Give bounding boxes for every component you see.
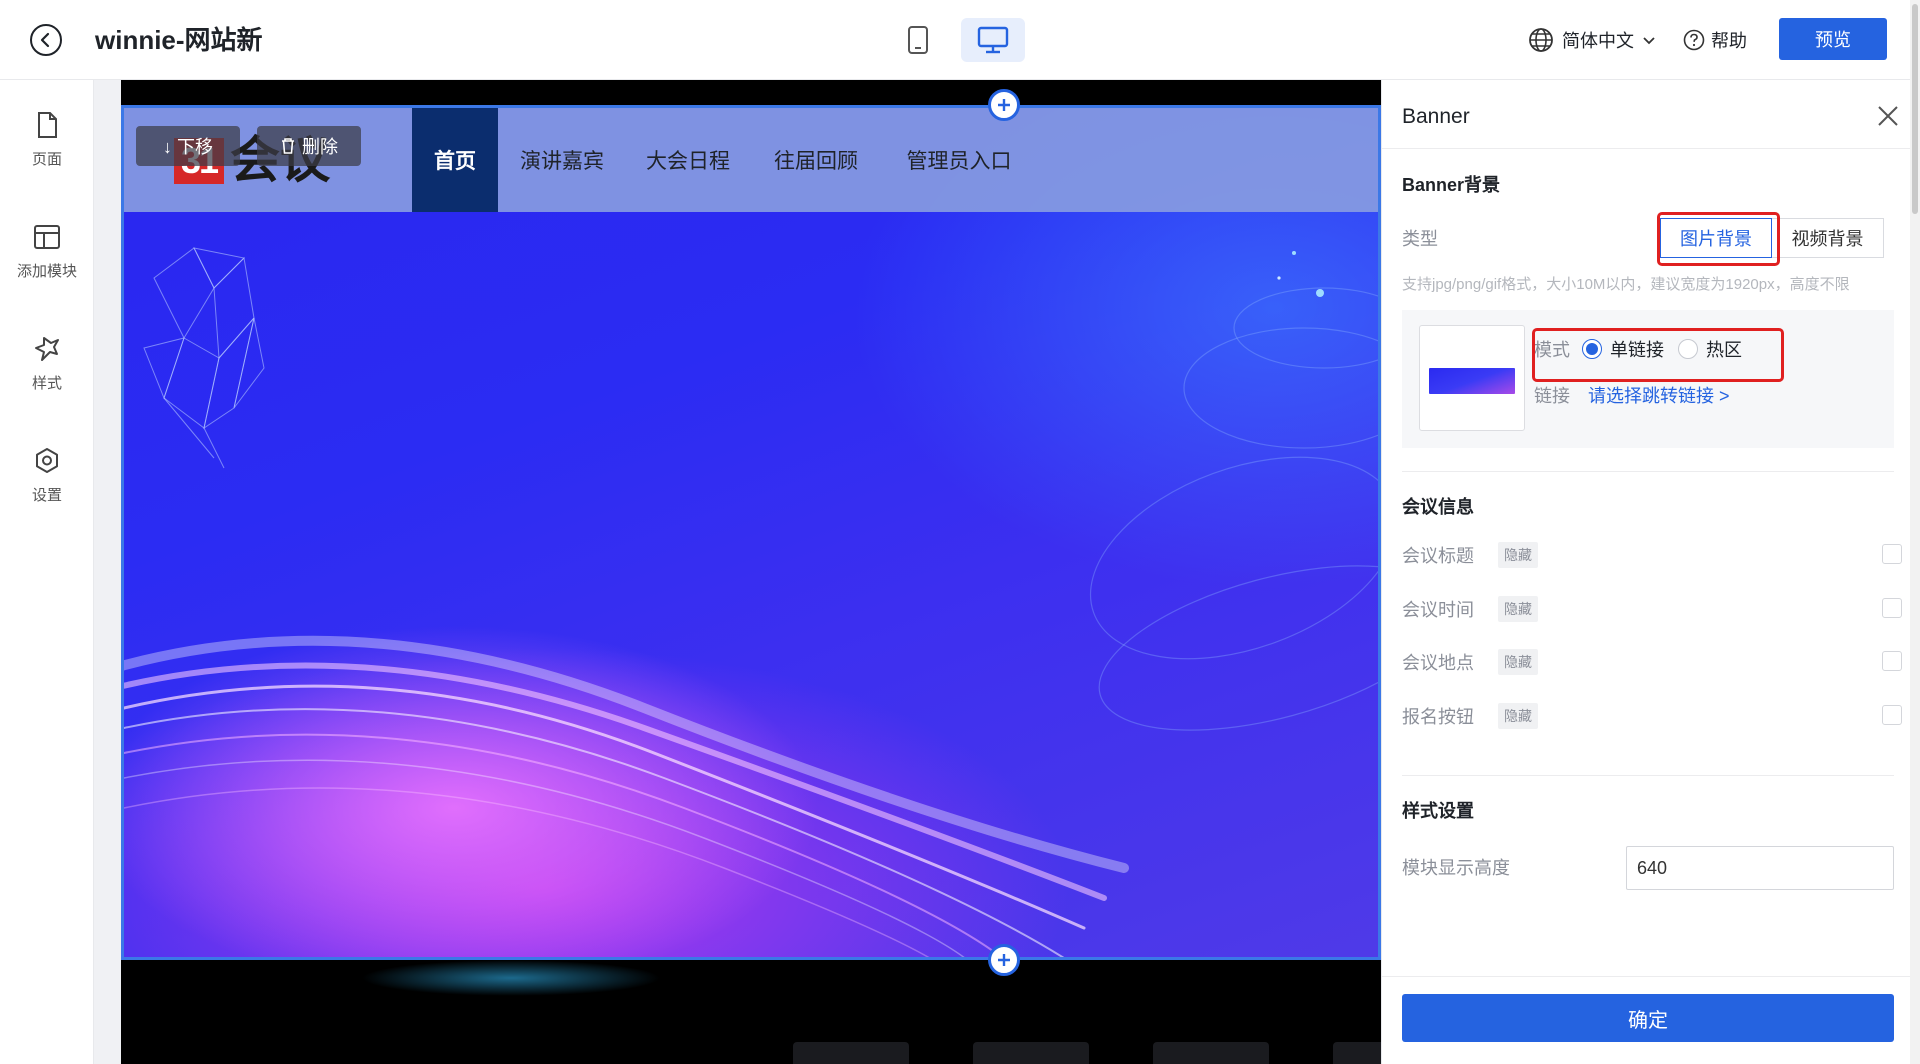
preview-button[interactable]: 预览 <box>1779 18 1887 60</box>
nav-item-speakers[interactable]: 演讲嘉宾 <box>504 108 620 212</box>
help-link[interactable]: 帮助 <box>1683 24 1747 56</box>
help-label: 帮助 <box>1711 31 1747 51</box>
nav-item-review[interactable]: 往届回顾 <box>758 108 874 212</box>
show-time-checkbox[interactable] <box>1882 598 1902 618</box>
hidden-tag: 隐藏 <box>1498 703 1538 729</box>
close-button[interactable] <box>1872 100 1904 132</box>
module-card <box>1333 1042 1381 1064</box>
module-card <box>973 1042 1089 1064</box>
section-title-meeting-info: 会议信息 <box>1402 497 1474 517</box>
type-label: 类型 <box>1402 229 1438 249</box>
info-row-title: 会议标题 隐藏 <box>1402 540 1902 570</box>
help-icon <box>1683 29 1705 51</box>
mobile-view-button[interactable] <box>886 18 950 62</box>
hidden-tag: 隐藏 <box>1498 649 1538 675</box>
hidden-tag: 隐藏 <box>1498 596 1538 622</box>
hidden-tag: 隐藏 <box>1498 542 1538 568</box>
link-label: 链接 <box>1534 386 1570 406</box>
language-label: 简体中文 <box>1562 31 1634 51</box>
info-label: 会议标题 <box>1402 546 1474 566</box>
move-down-button[interactable]: ↓ 下移 <box>136 126 240 166</box>
chevron-down-icon <box>1643 37 1655 45</box>
settings-icon <box>36 448 58 473</box>
module-card <box>793 1042 909 1064</box>
sidebar-item-add-module[interactable]: 添加模块 <box>0 222 94 312</box>
next-module-preview[interactable] <box>121 960 1381 1064</box>
upload-hint: 支持jpg/png/gif格式，大小10M以内，建议宽度为1920px，高度不限 <box>1402 276 1850 293</box>
section-title-background: Banner背景 <box>1402 175 1501 195</box>
module-height-input[interactable]: 640 <box>1626 846 1894 890</box>
show-location-checkbox[interactable] <box>1882 651 1902 671</box>
sidebar-item-page[interactable]: 页面 <box>0 110 94 200</box>
style-icon <box>35 337 59 361</box>
info-row-location: 会议地点 隐藏 <box>1402 647 1902 677</box>
highlight-box <box>1657 212 1780 266</box>
divider <box>1402 775 1894 776</box>
nav-item-home[interactable]: 首页 <box>412 108 498 212</box>
info-row-time: 会议时间 隐藏 <box>1402 594 1902 624</box>
globe-icon <box>1529 28 1553 52</box>
sidebar-item-label: 样式 <box>31 375 62 392</box>
banner-settings-panel: Banner Banner背景 类型 图片背景 视频背景 支持jpg/png/g… <box>1381 80 1920 1064</box>
thumbnail-image <box>1429 368 1515 394</box>
divider <box>1382 148 1920 149</box>
language-select[interactable]: 简体中文 <box>1528 24 1656 56</box>
desktop-icon <box>977 26 1009 54</box>
page-scrollbar[interactable] <box>1910 0 1920 1064</box>
add-module-above-button[interactable] <box>988 89 1020 121</box>
mobile-icon <box>908 26 928 54</box>
delete-label: 删除 <box>302 137 338 157</box>
video-background-option[interactable]: 视频背景 <box>1772 218 1884 258</box>
section-title-style: 样式设置 <box>1402 801 1474 821</box>
divider <box>1402 471 1894 472</box>
divider <box>1382 976 1920 977</box>
close-icon <box>1878 106 1898 126</box>
module-card <box>1153 1042 1269 1064</box>
link-row: 链接 请选择跳转链接 > <box>1534 382 1730 408</box>
highlight-box <box>1532 328 1784 382</box>
editor-canvas: 31 会议 ↓ 下移 删除 首页 演讲嘉宾 大会日程 往届回顾 管理员入口 <box>121 80 1381 1064</box>
banner-decoration <box>124 247 1378 957</box>
left-sidebar: 页面 添加模块 样式 设置 <box>0 80 94 1064</box>
confirm-button[interactable]: 确定 <box>1402 994 1894 1042</box>
panel-title: Banner <box>1402 105 1470 128</box>
height-label: 模块显示高度 <box>1402 858 1510 878</box>
show-signup-checkbox[interactable] <box>1882 705 1902 725</box>
show-title-checkbox[interactable] <box>1882 544 1902 564</box>
add-module-below-button[interactable] <box>988 944 1020 976</box>
page-icon <box>38 112 57 138</box>
desktop-view-button[interactable] <box>961 18 1025 62</box>
plus-icon <box>998 954 1010 966</box>
plus-icon <box>998 99 1010 111</box>
info-label: 会议地点 <box>1402 653 1474 673</box>
info-label: 报名按钮 <box>1402 707 1474 727</box>
layout-icon <box>34 225 60 249</box>
nav-item-admin[interactable]: 管理员入口 <box>884 108 1034 212</box>
trash-icon <box>282 138 294 154</box>
chevron-left-icon <box>40 32 50 48</box>
site-navigation: 31 会议 ↓ 下移 删除 首页 演讲嘉宾 大会日程 往届回顾 管理员入口 <box>124 108 1378 212</box>
nav-item-schedule[interactable]: 大会日程 <box>630 108 746 212</box>
top-bar: winnie-网站新 简体中文 帮助 预览 <box>0 0 1920 80</box>
sidebar-item-label: 添加模块 <box>16 263 77 280</box>
decorative-glow <box>361 960 661 996</box>
banner-module[interactable]: 31 会议 ↓ 下移 删除 首页 演讲嘉宾 大会日程 往届回顾 管理员入口 <box>121 105 1381 960</box>
sidebar-item-settings[interactable]: 设置 <box>0 446 94 536</box>
site-title: winnie-网站新 <box>95 25 263 55</box>
scrollbar-thumb[interactable] <box>1912 4 1918 214</box>
delete-block-button[interactable]: 删除 <box>257 126 361 166</box>
back-button[interactable] <box>30 24 62 56</box>
info-row-signup: 报名按钮 隐藏 <box>1402 701 1902 731</box>
select-link-button[interactable]: 请选择跳转链接 > <box>1588 382 1730 408</box>
sidebar-item-label: 设置 <box>31 487 62 504</box>
sidebar-item-label: 页面 <box>31 151 62 168</box>
info-label: 会议时间 <box>1402 600 1474 620</box>
banner-thumbnail[interactable] <box>1419 325 1525 431</box>
sidebar-item-style[interactable]: 样式 <box>0 334 94 424</box>
